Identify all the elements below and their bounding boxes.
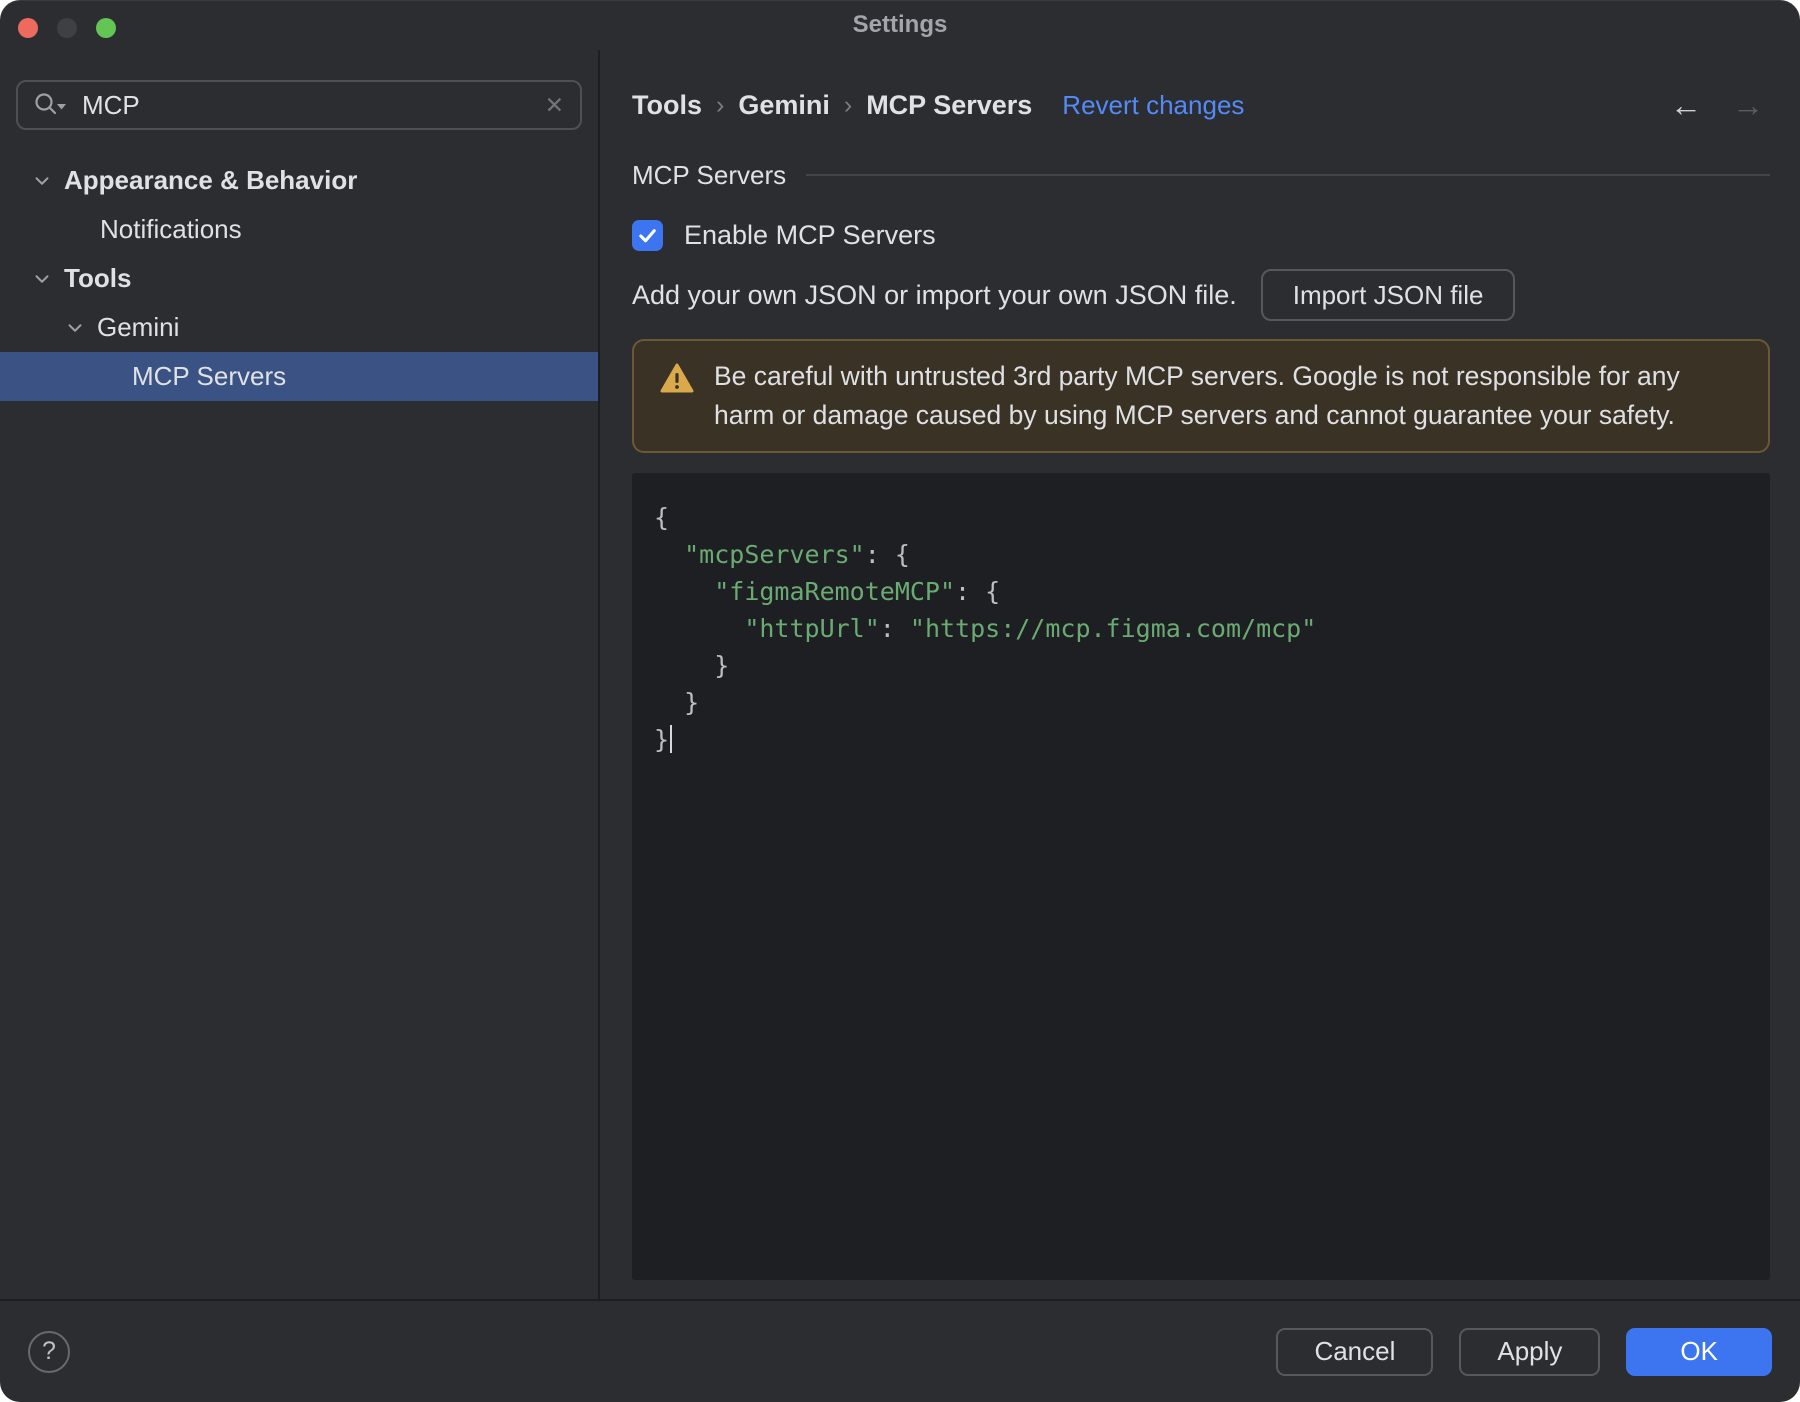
zoom-window-button[interactable] — [96, 18, 116, 38]
tree-item-label: Tools — [64, 263, 132, 293]
breadcrumb-item-gemini[interactable]: Gemini — [738, 90, 830, 121]
window-title: Settings — [852, 11, 948, 38]
chevron-down-icon[interactable] — [64, 317, 86, 339]
settings-search-field[interactable]: ✕ — [16, 80, 582, 130]
tree-item-label: MCP Servers — [132, 361, 287, 391]
dialog-body: ✕ Appearance & Behavior Notifications To — [0, 50, 1800, 1299]
chevron-down-icon[interactable] — [31, 170, 53, 192]
sidebar-item-notifications[interactable]: Notifications — [0, 205, 598, 254]
back-arrow-icon[interactable]: ← — [1670, 89, 1702, 121]
clear-search-icon[interactable]: ✕ — [543, 93, 566, 117]
enable-mcp-checkbox[interactable] — [632, 220, 663, 251]
traffic-lights — [18, 18, 116, 38]
chevron-down-icon[interactable] — [31, 268, 53, 290]
breadcrumb-item-mcp-servers: MCP Servers — [866, 89, 1033, 120]
section-divider — [806, 174, 1770, 176]
code-line: "mcpServers": { — [684, 540, 910, 569]
import-row: Add your own JSON or import your own JSO… — [632, 269, 1770, 321]
sidebar-item-mcp-servers[interactable]: MCP Servers — [0, 352, 598, 401]
settings-main-panel: Tools › Gemini › MCP Servers Revert chan… — [600, 50, 1800, 1299]
search-input[interactable] — [80, 88, 531, 122]
tree-item-label: Notifications — [100, 214, 242, 244]
import-description: Add your own JSON or import your own JSO… — [632, 279, 1237, 310]
cancel-button[interactable]: Cancel — [1276, 1327, 1434, 1376]
breadcrumb-separator-icon: › — [843, 90, 853, 119]
breadcrumb-separator-icon: › — [716, 90, 725, 119]
footer-bar: ? Cancel Apply OK — [0, 1299, 1800, 1402]
title-bar: Settings — [0, 0, 1800, 50]
code-editor[interactable]: { "mcpServers": { "figmaRemoteMCP": { "h… — [632, 473, 1770, 1280]
code-line: { — [654, 503, 670, 532]
code-line: } — [654, 688, 700, 717]
warning-text: Be careful with untrusted 3rd party MCP … — [714, 361, 1680, 430]
section-header: MCP Servers — [632, 158, 1770, 192]
checkmark-icon — [639, 229, 656, 243]
tree-item-label: Appearance & Behavior — [64, 165, 358, 195]
code-line: "figmaRemoteMCP": { — [714, 577, 1001, 606]
enable-mcp-label: Enable MCP Servers — [684, 220, 936, 250]
revert-changes-link[interactable]: Revert changes — [1062, 90, 1244, 121]
warning-banner: Be careful with untrusted 3rd party MCP … — [632, 339, 1770, 453]
import-json-button[interactable]: Import JSON file — [1260, 269, 1516, 321]
ok-button[interactable]: OK — [1626, 1327, 1772, 1376]
code-line: "httpUrl": "https://mcp.figma.com/mcp" — [744, 614, 1317, 643]
sidebar-item-gemini[interactable]: Gemini — [0, 303, 598, 352]
tree-item-label: Gemini — [97, 312, 180, 342]
apply-button[interactable]: Apply — [1459, 1327, 1601, 1376]
breadcrumb: Tools › Gemini › MCP Servers Revert chan… — [632, 88, 1770, 122]
breadcrumb-item-tools[interactable]: Tools — [632, 90, 702, 121]
help-icon[interactable]: ? — [28, 1330, 70, 1373]
code-line: } — [654, 651, 730, 680]
settings-tree: Appearance & Behavior Notifications Tool… — [0, 156, 598, 401]
search-icon — [35, 93, 66, 115]
sidebar-item-appearance-behavior[interactable]: Appearance & Behavior — [0, 156, 598, 205]
settings-window: Settings ✕ Appearance & Behavior — [0, 0, 1800, 1402]
code-line: } — [654, 721, 1750, 758]
settings-sidebar: ✕ Appearance & Behavior Notifications To — [0, 50, 600, 1299]
enable-mcp-row: Enable MCP Servers — [632, 220, 1770, 251]
close-window-button[interactable] — [18, 18, 38, 38]
text-cursor — [670, 725, 673, 753]
minimize-window-button[interactable] — [57, 18, 77, 38]
warning-triangle-icon — [660, 363, 694, 393]
section-title: MCP Servers — [632, 159, 787, 190]
sidebar-item-tools[interactable]: Tools — [0, 254, 598, 303]
forward-arrow-icon: → — [1732, 87, 1764, 123]
